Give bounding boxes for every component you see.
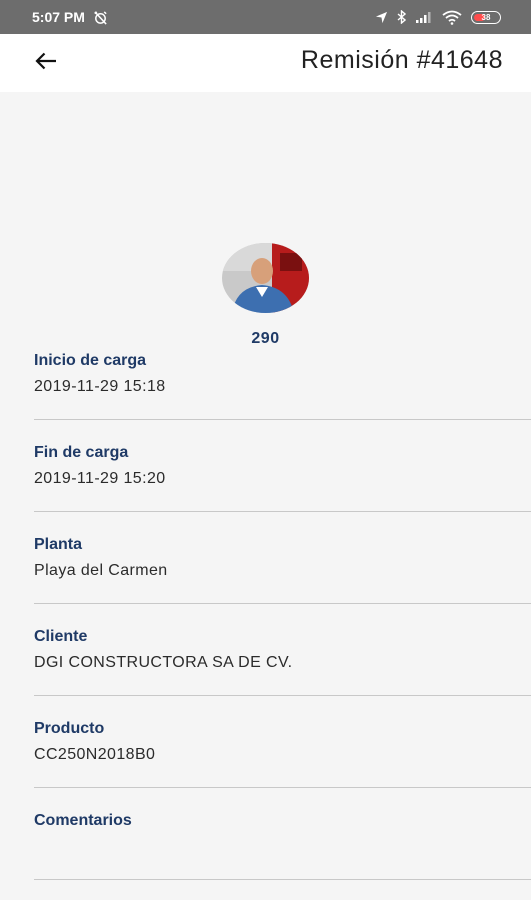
unit-number: 290	[251, 330, 280, 347]
bluetooth-icon	[397, 10, 406, 24]
divider	[34, 879, 531, 880]
battery-icon: 38	[471, 10, 501, 24]
signal-icon	[415, 11, 433, 23]
avatar	[222, 243, 309, 313]
field-label: Inicio de carga	[34, 352, 147, 369]
field-value: CC250N2018B0	[34, 746, 156, 763]
field-value: 2019-11-29 15:20	[34, 470, 166, 487]
wifi-icon	[442, 10, 462, 25]
field-label: Producto	[34, 720, 105, 737]
app-bar: Remisión #41648	[0, 34, 531, 92]
back-button[interactable]	[30, 47, 62, 79]
status-time: 5:07 PM	[32, 9, 85, 25]
field-label: Fin de carga	[34, 444, 129, 461]
divider	[34, 511, 531, 512]
divider	[34, 419, 531, 420]
arrow-left-icon	[35, 52, 57, 75]
field-label: Cliente	[34, 628, 88, 645]
field-value: 2019-11-29 15:18	[34, 378, 166, 395]
field-label: Comentarios	[34, 812, 132, 829]
divider	[34, 787, 531, 788]
divider	[34, 695, 531, 696]
status-bar: 5:07 PM 38	[0, 0, 531, 34]
page-title: Remisión #41648	[300, 46, 503, 74]
divider	[34, 603, 531, 604]
location-icon	[375, 11, 388, 24]
field-value: Playa del Carmen	[34, 562, 168, 579]
battery-level: 38	[481, 12, 491, 22]
field-label: Planta	[34, 536, 83, 553]
alarm-off-icon	[93, 10, 108, 25]
field-value: DGI CONSTRUCTORA SA DE CV.	[34, 654, 293, 671]
